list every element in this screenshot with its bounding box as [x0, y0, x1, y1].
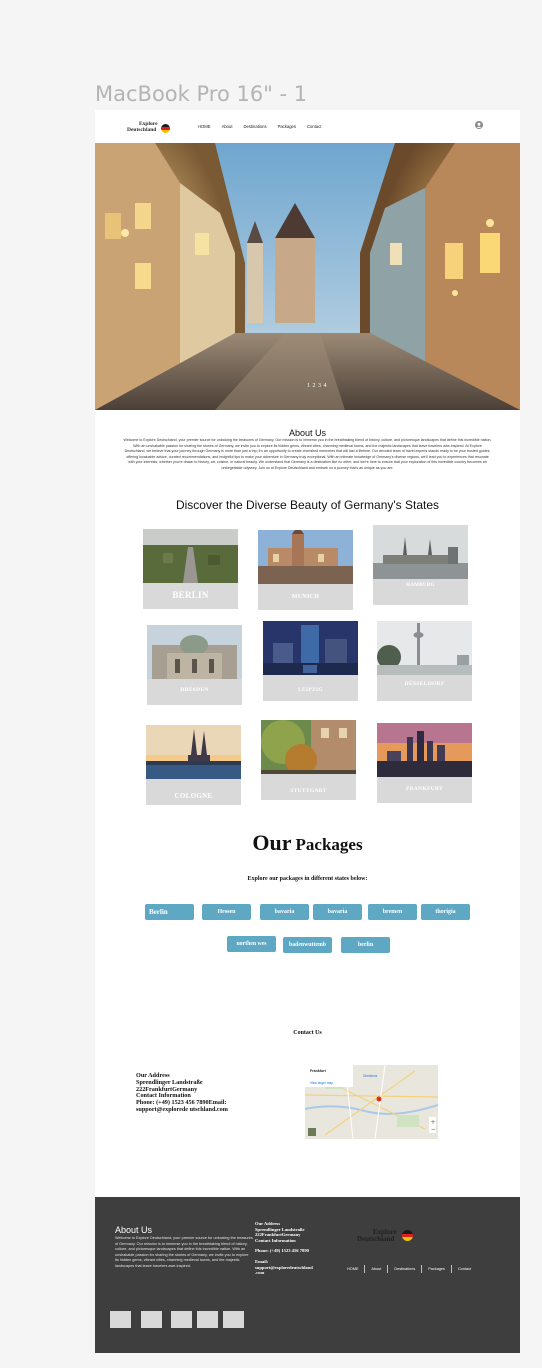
nav-packages[interactable]: Packages [278, 124, 296, 129]
hero-caption: 1 2 3 4 [307, 383, 327, 389]
nav-links: HOME About Destinations Packages Contact [198, 124, 321, 129]
state-card-munich[interactable]: MUNICH [258, 530, 353, 610]
state-card-stuttgart[interactable]: STUTTGART [261, 720, 356, 800]
package-thorigia-button[interactable]: thorigia [421, 904, 470, 920]
state-card-hamburg[interactable]: HAMBURG [373, 525, 468, 605]
about-text: Welcome to Explore Deutschland, your pre… [123, 438, 492, 470]
footer-german-flag-icon [402, 1230, 413, 1241]
svg-text:−: − [431, 1126, 436, 1133]
state-card-cologne[interactable]: COLOGNE [146, 725, 241, 805]
states-title: Discover the Diverse Beauty of Germany's… [175, 498, 440, 512]
packages-title-b: Packages [295, 835, 363, 854]
social-icon-2[interactable] [141, 1311, 162, 1328]
about-title: About Us [288, 428, 327, 438]
package-bremen-button[interactable]: bremen [368, 904, 417, 920]
package-northen-wes-button[interactable]: northen wes [227, 936, 276, 952]
dresden-photo [147, 625, 242, 679]
map-view-larger-link[interactable]: View larger map [310, 1081, 333, 1085]
footer-contact: Our Address Sprendlinger Landstraße 222F… [255, 1221, 335, 1276]
state-name-leipzig: LEIPZIG [297, 687, 324, 693]
nav-contact[interactable]: Contact [307, 124, 321, 129]
footer-brand-line-2: Deutschland [357, 1235, 395, 1243]
user-icon[interactable] [475, 121, 483, 129]
state-name-berlin: BERLIN [172, 590, 209, 600]
contact-title: Contact Us [293, 1030, 322, 1036]
state-name-stuttgart: STUTTGART [290, 788, 327, 794]
package-badenwuttemb-button[interactable]: badenwuttemb [283, 937, 332, 953]
map-directions-link[interactable]: Directions [363, 1074, 377, 1078]
social-icon-3[interactable] [171, 1311, 192, 1328]
state-name-cologne: COLOGNE [174, 792, 213, 800]
hamburg-photo [373, 525, 468, 579]
map-place-name: Frankfurt [310, 1069, 326, 1073]
brand-line-2: Deutschland [127, 126, 157, 133]
nav-home[interactable]: HOME [198, 124, 211, 129]
packages-subtitle: Explore our packages in different states… [247, 876, 368, 882]
state-card-dusseldorf[interactable]: DÜSSELDORF [377, 621, 472, 701]
stuttgart-photo [261, 720, 356, 774]
berlin-photo [143, 529, 238, 583]
footer-brand-logo[interactable]: Explore Deutschland [357, 1229, 413, 1243]
package-berlin-button[interactable]: Berlin [145, 904, 194, 920]
footer-nav-destinations[interactable]: Destinations [387, 1265, 421, 1273]
package-hessen-button[interactable]: Hessen [202, 904, 251, 920]
hero-image: 1 2 3 4 [95, 143, 520, 410]
footer-about-title: About Us [115, 1225, 153, 1235]
leipzig-photo [263, 621, 358, 675]
footer-nav-about[interactable]: About [364, 1265, 387, 1273]
social-icon-4[interactable] [197, 1311, 218, 1328]
state-card-leipzig[interactable]: LEIPZIG [263, 621, 358, 701]
package-berlin-2-button[interactable]: berlin [341, 937, 390, 953]
german-flag-icon [161, 124, 170, 133]
package-bavaria-button[interactable]: bavaria [260, 904, 309, 920]
state-card-frankfurt[interactable]: FRANKFURT [377, 723, 472, 803]
social-icon-1[interactable] [110, 1311, 131, 1328]
state-name-frankfurt: FRANKFURT [405, 786, 444, 792]
state-name-hamburg: HAMBURG [406, 583, 435, 588]
footer-about-text: Welcome to Explore Deutschland, your pre… [115, 1236, 253, 1268]
contact-info: Our Address Sprendlinger Landstraße 222F… [136, 1072, 228, 1114]
state-name-dusseldorf: DÜSSELDORF [404, 681, 445, 687]
social-icon-5[interactable] [223, 1311, 244, 1328]
state-card-dresden[interactable]: DRESDEN [147, 625, 242, 705]
frankfurt-photo [377, 723, 472, 777]
footer-nav: HOME About Destinations Packages Contact [341, 1265, 477, 1273]
contact-line-email[interactable]: support@explorede utschland.com [136, 1106, 228, 1114]
package-bavaria-2-button[interactable]: bavaria [313, 904, 362, 920]
location-map[interactable]: + − Frankfurt View larger map Directions [305, 1065, 438, 1139]
header-nav: Explore Deutschland HOME About Destinati… [95, 110, 520, 143]
nav-destinations[interactable]: Destinations [244, 124, 267, 129]
frame-title: MacBook Pro 16" - 1 [95, 82, 308, 106]
footer: About Us Welcome to Explore Deutschland,… [95, 1197, 520, 1353]
state-name-dresden: DRESDEN [180, 687, 209, 693]
footer-nav-packages[interactable]: Packages [421, 1265, 451, 1273]
brand-logo[interactable]: Explore Deutschland [127, 121, 170, 133]
footer-email-tld: .com [255, 1270, 265, 1276]
packages-title: Our Packages [95, 830, 520, 856]
state-name-munich: MUNICH [291, 594, 320, 600]
munich-photo [258, 530, 353, 584]
footer-nav-home[interactable]: HOME [341, 1265, 364, 1273]
cologne-photo [146, 725, 241, 779]
footer-nav-contact[interactable]: Contact [450, 1265, 477, 1273]
dusseldorf-photo [377, 621, 472, 675]
svg-text:+: + [431, 1119, 436, 1126]
packages-title-a: Our [252, 830, 292, 855]
page: Explore Deutschland HOME About Destinati… [95, 110, 520, 1353]
nav-about[interactable]: About [222, 124, 233, 129]
state-card-berlin[interactable]: BERLIN [143, 529, 238, 609]
